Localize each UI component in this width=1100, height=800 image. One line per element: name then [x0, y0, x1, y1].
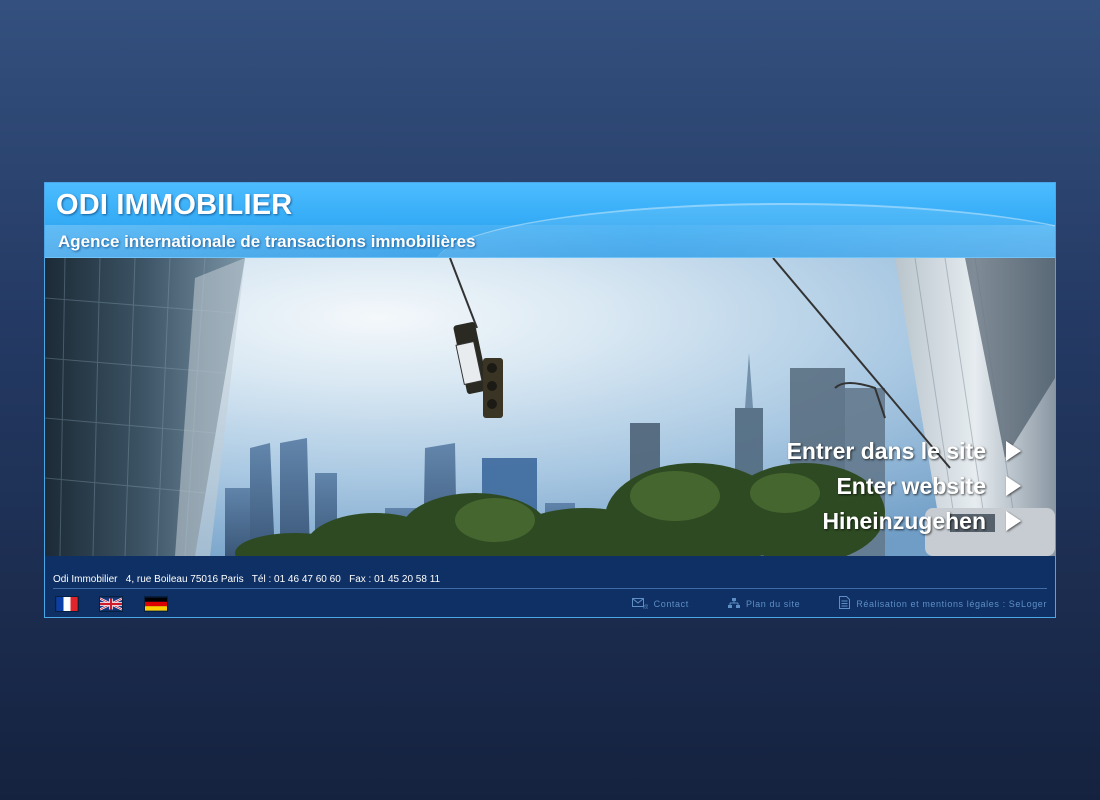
legal-link-label: Réalisation et mentions légales : SeLoge… [856, 599, 1047, 609]
company-address: Odi Immobilier 4, rue Boileau 75016 Pari… [53, 574, 441, 585]
main-frame: ODI IMMOBILIER Agence internationale de … [44, 182, 1056, 618]
contact-link-label: Contact [653, 599, 689, 609]
site-header: ODI IMMOBILIER Agence internationale de … [45, 183, 1055, 257]
arrow-right-icon [1006, 511, 1021, 531]
hero-banner: Entrer dans le site Enter website Hinein… [45, 257, 1055, 557]
language-selector [55, 596, 184, 614]
enter-site-fr-label: Entrer dans le site [786, 438, 986, 464]
enter-site-en-label: Enter website [836, 473, 986, 499]
document-icon [839, 596, 851, 611]
footer-links: @ Contact Plan du site [596, 596, 1047, 611]
site-title: ODI IMMOBILIER [56, 189, 293, 221]
flag-uk-icon[interactable] [99, 596, 124, 612]
enter-site-fr-link[interactable]: Entrer dans le site [787, 438, 1021, 473]
site-subtitle: Agence internationale de transactions im… [58, 232, 476, 251]
svg-text:@: @ [643, 605, 648, 609]
sitemap-link-label: Plan du site [745, 599, 801, 609]
legal-link[interactable]: Réalisation et mentions légales : SeLoge… [839, 596, 1047, 611]
footer-divider [53, 588, 1047, 589]
sitemap-link[interactable]: Plan du site [727, 598, 801, 611]
arrow-right-icon [1006, 476, 1021, 496]
arrow-right-icon [1006, 441, 1021, 461]
mail-icon: @ [631, 598, 649, 611]
entry-links: Entrer dans le site Enter website Hinein… [787, 438, 1021, 543]
site-footer: Odi Immobilier 4, rue Boileau 75016 Pari… [45, 556, 1055, 617]
flag-france-icon[interactable] [55, 596, 79, 612]
enter-site-de-link[interactable]: Hineinzugehen [787, 508, 1021, 543]
enter-site-en-link[interactable]: Enter website [787, 473, 1021, 508]
sitemap-icon [727, 598, 740, 611]
enter-site-de-label: Hineinzugehen [822, 508, 986, 534]
contact-link[interactable]: @ Contact [631, 598, 689, 611]
flag-germany-icon[interactable] [143, 596, 168, 612]
